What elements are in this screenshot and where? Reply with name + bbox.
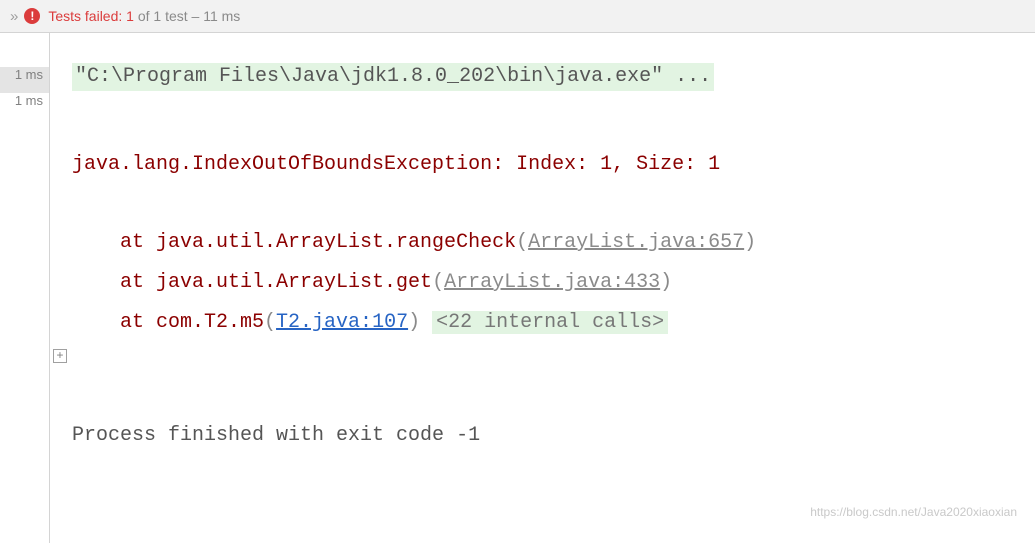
internal-calls-fold[interactable]: <22 internal calls>	[432, 311, 668, 334]
tests-failed-count: Tests failed: 1	[48, 8, 134, 24]
exit-code-line: Process finished with exit code -1	[72, 422, 1023, 450]
stack-frame: at java.util.ArrayList.get(ArrayList.jav…	[72, 269, 1023, 297]
console-output: + "C:\Program Files\Java\jdk1.8.0_202\bi…	[50, 33, 1035, 543]
command-line: "C:\Program Files\Java\jdk1.8.0_202\bin\…	[72, 63, 1023, 91]
java-command: "C:\Program Files\Java\jdk1.8.0_202\bin\…	[72, 63, 714, 91]
timing-row[interactable]: 1 ms	[0, 93, 49, 119]
source-link[interactable]: ArrayList.java:657	[528, 231, 744, 254]
stack-trace: at java.util.ArrayList.rangeCheck(ArrayL…	[72, 229, 1023, 337]
exception-line: java.lang.IndexOutOfBoundsException: Ind…	[72, 151, 1023, 179]
stack-frame: at java.util.ArrayList.rangeCheck(ArrayL…	[72, 229, 1023, 257]
stack-method: at java.util.ArrayList.get	[72, 271, 432, 294]
test-status-header: » Tests failed: 1 of 1 test – 11 ms	[0, 0, 1035, 33]
paren-close: )	[660, 271, 672, 294]
expand-fold-icon[interactable]: +	[53, 349, 67, 363]
stack-frame: at com.T2.m5(T2.java:107) <22 internal c…	[72, 309, 1023, 337]
expand-chevrons-icon[interactable]: »	[10, 8, 14, 25]
stack-method: at java.util.ArrayList.rangeCheck	[72, 231, 516, 254]
test-timings-column: 1 ms 1 ms	[0, 33, 50, 543]
paren-open: (	[264, 311, 276, 334]
paren-open: (	[432, 271, 444, 294]
stack-method: at com.T2.m5	[72, 311, 264, 334]
paren-close: )	[408, 311, 420, 334]
test-failed-icon	[24, 8, 40, 24]
watermark: https://blog.csdn.net/Java2020xiaoxian	[810, 504, 1017, 521]
tests-total-duration: of 1 test – 11 ms	[134, 8, 240, 24]
timing-row[interactable]: 1 ms	[0, 67, 49, 93]
paren-open: (	[516, 231, 528, 254]
test-status-text: Tests failed: 1 of 1 test – 11 ms	[48, 8, 240, 24]
paren-close: )	[744, 231, 756, 254]
source-link[interactable]: T2.java:107	[276, 311, 408, 334]
source-link[interactable]: ArrayList.java:433	[444, 271, 660, 294]
